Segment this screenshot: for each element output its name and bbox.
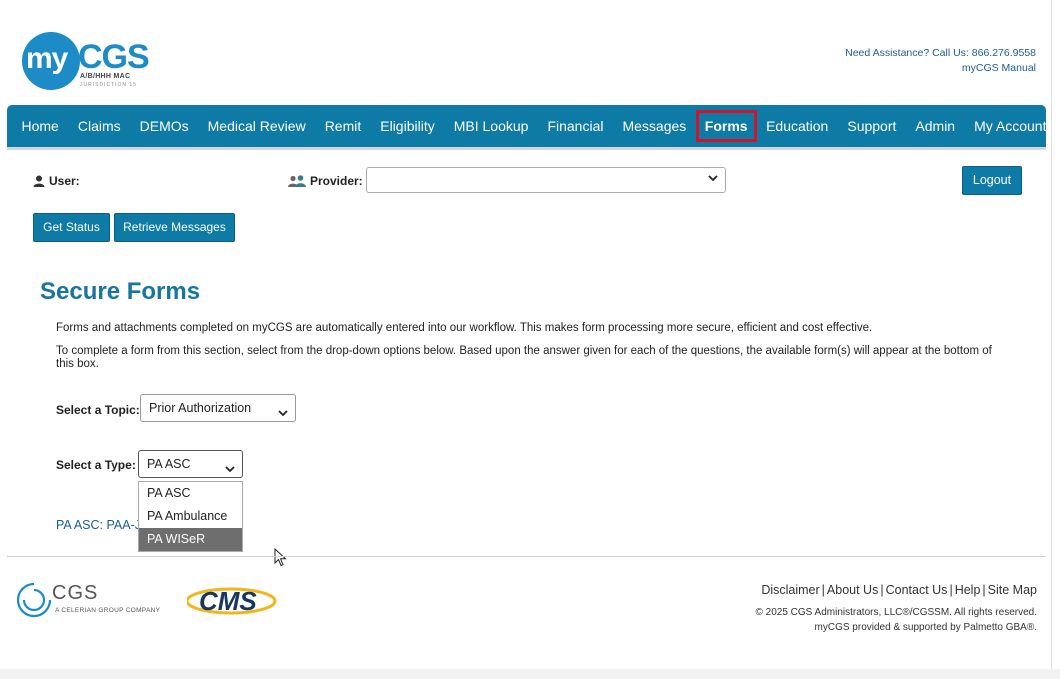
copyright-text: © 2025 CGS Administrators, LLC®/CGSSM. A… bbox=[755, 607, 1037, 618]
bottom-strip bbox=[0, 669, 1060, 679]
mouse-cursor-icon bbox=[274, 548, 287, 567]
nav-item-support[interactable]: Support bbox=[838, 110, 906, 142]
type-option-pa-asc[interactable]: PA ASC bbox=[139, 482, 242, 505]
footer-divider bbox=[7, 556, 1046, 557]
cgs-ring-icon bbox=[16, 582, 52, 618]
footer-link-separator: | bbox=[982, 583, 986, 597]
chevron-down-icon bbox=[278, 403, 288, 429]
mycgs-manual-link[interactable]: myCGS Manual bbox=[845, 61, 1036, 76]
pa-asc-form-link[interactable]: PA ASC: PAA-J1 bbox=[56, 518, 148, 532]
nav-item-my-account[interactable]: My Account bbox=[965, 110, 1056, 142]
user-label-text: User: bbox=[49, 174, 80, 188]
provider-label: Provider: bbox=[288, 174, 363, 188]
footer-link-disclaimer[interactable]: Disclaimer bbox=[761, 583, 819, 597]
assistance-phone: Need Assistance? Call Us: 866.276.9558 bbox=[845, 47, 1036, 59]
type-select[interactable]: PA ASC bbox=[138, 450, 243, 478]
topic-select-value: Prior Authorization bbox=[149, 401, 252, 415]
footer-link-separator: | bbox=[949, 583, 953, 597]
type-option-pa-wiser[interactable]: PA WISeR bbox=[139, 528, 242, 551]
assistance-block: Need Assistance? Call Us: 866.276.9558 m… bbox=[845, 46, 1036, 76]
logo-jurisdiction-text: JURISDICTION 15 bbox=[80, 82, 137, 88]
cms-logo-icon: CMS bbox=[187, 586, 277, 616]
supported-by-text: myCGS provided & supported by Palmetto G… bbox=[814, 622, 1037, 633]
footer-link-separator: | bbox=[821, 583, 825, 597]
nav-item-remit[interactable]: Remit bbox=[315, 110, 371, 142]
footer-link-contact-us[interactable]: Contact Us bbox=[886, 583, 948, 597]
footer-link-about-us[interactable]: About Us bbox=[827, 583, 878, 597]
nav-item-claims[interactable]: Claims bbox=[68, 110, 130, 142]
logo-cgs-text: CGS bbox=[78, 38, 150, 76]
cms-logo-text: CMS bbox=[199, 586, 257, 616]
copyright-block: © 2025 CGS Administrators, LLC®/CGSSM. A… bbox=[755, 605, 1037, 635]
nav-item-financial[interactable]: Financial bbox=[538, 110, 613, 142]
page-title: Secure Forms bbox=[40, 278, 201, 305]
user-label: User: bbox=[33, 174, 80, 188]
nav-item-messages[interactable]: Messages bbox=[613, 110, 696, 142]
mycgs-logo[interactable]: my CGS A/B/HHH MAC JURISDICTION 15 bbox=[22, 32, 152, 90]
type-select-value: PA ASC bbox=[147, 457, 191, 471]
nav-item-eligibility[interactable]: Eligibility bbox=[371, 110, 444, 142]
footer-links: Disclaimer | About Us | Contact Us | Help | Site… bbox=[761, 583, 1037, 597]
footer-link-site-map[interactable]: Site Map bbox=[988, 583, 1037, 597]
logout-button[interactable]: Logout bbox=[962, 166, 1022, 195]
provider-select[interactable] bbox=[366, 167, 726, 193]
type-label: Select a Type: bbox=[56, 458, 136, 472]
cgs-footer-logo-text: CGS bbox=[52, 582, 99, 604]
chevron-down-icon bbox=[708, 173, 718, 186]
page-frame bbox=[3, 0, 1052, 670]
footer-link-separator: | bbox=[880, 583, 884, 597]
main-nav: Home Claims DEMOs Medical Review Remit Eligib… bbox=[7, 105, 1046, 147]
intro-paragraph: Forms and attachments completed on myCGS… bbox=[56, 322, 873, 334]
nav-item-demos[interactable]: DEMOs bbox=[130, 110, 198, 142]
type-option-pa-ambulance[interactable]: PA Ambulance bbox=[139, 505, 242, 528]
provider-label-text: Provider: bbox=[310, 174, 363, 188]
nav-item-mbi-lookup[interactable]: MBI Lookup bbox=[444, 110, 538, 142]
nav-item-education[interactable]: Education bbox=[757, 110, 838, 142]
topic-label: Select a Topic: bbox=[56, 403, 140, 417]
instructions-paragraph: To complete a form from this section, se… bbox=[56, 345, 992, 370]
logo-my-text: my bbox=[26, 42, 68, 75]
get-status-button[interactable]: Get Status bbox=[33, 213, 110, 242]
logo-sub-text: A/B/HHH MAC bbox=[80, 73, 131, 80]
footer-link-help[interactable]: Help bbox=[955, 583, 981, 597]
type-dropdown-list: PA ASC PA Ambulance PA WISeR bbox=[138, 481, 243, 552]
cgs-tagline: A CELERIAN GROUP COMPANY bbox=[55, 607, 161, 614]
topic-select[interactable]: Prior Authorization bbox=[140, 394, 296, 422]
nav-item-medical-review[interactable]: Medical Review bbox=[198, 110, 315, 142]
user-icon bbox=[33, 175, 45, 187]
nav-item-home[interactable]: Home bbox=[12, 110, 68, 142]
retrieve-messages-button[interactable]: Retrieve Messages bbox=[114, 213, 235, 242]
nav-item-admin[interactable]: Admin bbox=[906, 110, 965, 142]
nav-item-forms[interactable]: Forms bbox=[695, 110, 757, 142]
provider-group-icon bbox=[288, 174, 306, 187]
